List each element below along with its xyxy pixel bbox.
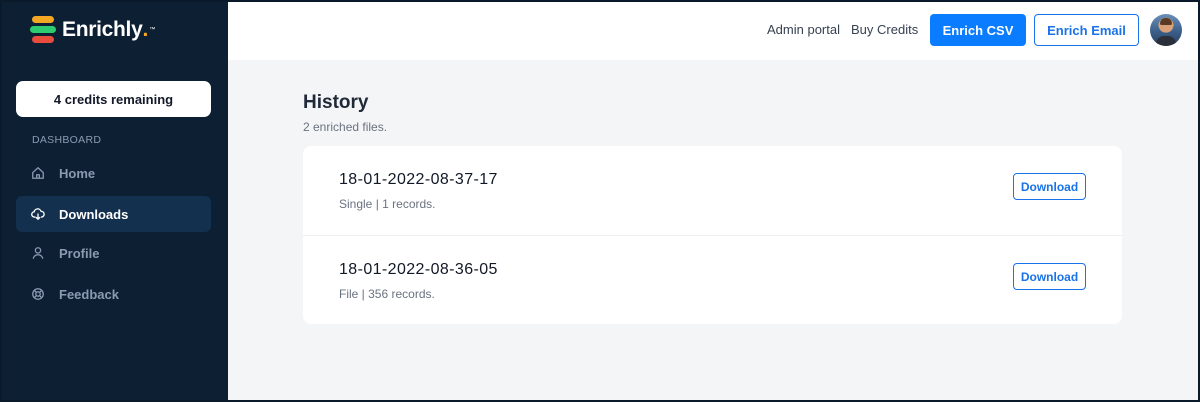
brand-dot: . — [142, 18, 149, 41]
list-item: 18-01-2022-08-37-17 Single | 1 records. … — [303, 146, 1122, 235]
enrich-email-button[interactable]: Enrich Email — [1034, 14, 1139, 46]
lifebuoy-icon — [31, 287, 45, 301]
page-title: History — [303, 92, 369, 113]
file-name: 18-01-2022-08-36-05 — [339, 261, 498, 278]
credits-remaining-badge[interactable]: 4 credits remaining — [16, 81, 211, 117]
avatar-hair — [1160, 18, 1172, 25]
file-meta: Single | 1 records. — [339, 197, 436, 211]
download-button[interactable]: Download — [1013, 263, 1086, 290]
sidebar-item-label: Profile — [59, 245, 100, 261]
sidebar-item-label: Feedback — [59, 286, 119, 302]
sidebar-item-label: Home — [59, 165, 96, 181]
page-subtitle: 2 enriched files. — [303, 120, 388, 134]
sidebar-item-downloads[interactable]: Downloads — [16, 196, 211, 232]
sidebar-item-profile[interactable]: Profile — [16, 235, 211, 271]
enrich-csv-button[interactable]: Enrich CSV — [930, 14, 1026, 46]
sidebar-item-feedback[interactable]: Feedback — [16, 276, 211, 312]
sidebar-item-label: Downloads — [59, 206, 129, 222]
list-item: 18-01-2022-08-36-05 File | 356 records. … — [303, 235, 1122, 324]
user-icon — [31, 246, 45, 260]
file-name: 18-01-2022-08-37-17 — [339, 171, 498, 188]
sidebar-item-home[interactable]: Home — [16, 155, 211, 191]
sidebar: Enrichly. ™ 4 credits remaining DASHBOARD… — [0, 0, 228, 402]
file-meta: File | 356 records. — [339, 287, 435, 301]
admin-portal-link[interactable]: Admin portal — [767, 22, 840, 37]
cloud-download-icon — [31, 207, 45, 221]
brand-logo[interactable]: Enrichly. ™ — [30, 15, 155, 45]
user-avatar[interactable] — [1150, 14, 1182, 46]
home-icon — [31, 166, 45, 180]
buy-credits-link[interactable]: Buy Credits — [851, 22, 918, 37]
brand-trademark: ™ — [149, 27, 156, 33]
brand-name: Enrichly — [62, 18, 143, 41]
section-label-dashboard: DASHBOARD — [32, 134, 102, 146]
avatar-body — [1156, 36, 1176, 46]
download-button[interactable]: Download — [1013, 173, 1086, 200]
logo-mark-icon — [30, 16, 56, 44]
history-list: 18-01-2022-08-37-17 Single | 1 records. … — [303, 146, 1122, 324]
